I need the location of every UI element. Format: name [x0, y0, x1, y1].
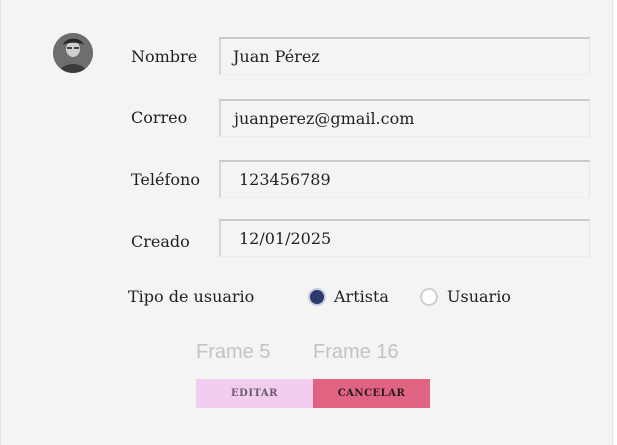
correo-field[interactable]: juanperez@gmail.com	[219, 99, 590, 137]
field-label-telefono: Teléfono	[131, 170, 200, 189]
radio-artista-label[interactable]: Artista	[334, 287, 389, 306]
nombre-value: Juan Pérez	[233, 47, 320, 66]
radio-usuario[interactable]	[420, 288, 438, 306]
field-label-creado: Creado	[131, 232, 190, 251]
radio-usuario-label[interactable]: Usuario	[447, 287, 511, 306]
telefono-field[interactable]: 123456789	[219, 160, 590, 198]
avatar	[53, 33, 93, 73]
nombre-field[interactable]: Juan Pérez	[219, 37, 590, 75]
user-avatar-icon	[53, 33, 93, 73]
cancel-button[interactable]: CANCELAR	[313, 379, 430, 408]
correo-value: juanperez@gmail.com	[234, 109, 415, 128]
user-type-label: Tipo de usuario	[128, 287, 255, 306]
creado-value: 12/01/2025	[239, 229, 332, 248]
radio-artista[interactable]	[308, 288, 326, 306]
edit-button[interactable]: EDITAR	[196, 379, 313, 408]
frame-label-left: Frame 5	[196, 341, 271, 363]
field-label-correo: Correo	[131, 108, 188, 127]
profile-panel: Nombre Juan Pérez Correo juanperez@gmail…	[0, 0, 613, 445]
creado-field[interactable]: 12/01/2025	[219, 219, 590, 257]
field-label-nombre: Nombre	[131, 47, 198, 66]
frame-label-right: Frame 16	[313, 341, 399, 363]
telefono-value: 123456789	[239, 170, 331, 189]
